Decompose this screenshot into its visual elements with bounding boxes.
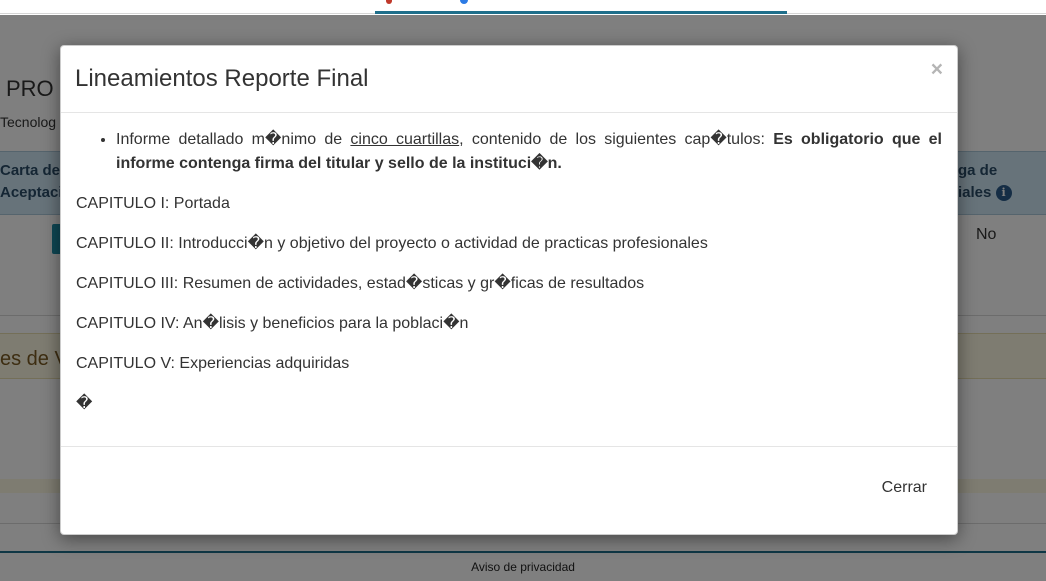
requirements-list: Informe detallado m�nimo de cinco cuarti… (116, 128, 942, 176)
chapter-item: CAPITULO II: Introducci�n y objetivo del… (76, 235, 708, 252)
browser-top-strip (0, 0, 1046, 14)
chapter-item: CAPITULO V: Experiencias adquiridas (76, 355, 350, 372)
chapter-item: CAPITULO IV: An�lisis y beneficios para … (76, 315, 469, 332)
requirement-lead: Informe detallado m�nimo de (116, 131, 343, 148)
close-button[interactable]: Cerrar (882, 479, 927, 497)
requirement-underlined: cinco cuartillas (350, 131, 460, 148)
guidelines-modal: Lineamientos Reporte Final × Informe det… (60, 45, 958, 535)
chapter-item: CAPITULO I: Portada (76, 195, 230, 212)
requirement-item: Informe detallado m�nimo de cinco cuarti… (116, 128, 942, 176)
trailing-character: � (76, 395, 93, 412)
modal-footer: Cerrar (61, 447, 957, 535)
modal-body: Informe detallado m�nimo de cinco cuarti… (61, 113, 957, 447)
modal-header: Lineamientos Reporte Final × (61, 46, 957, 113)
close-icon[interactable]: × (931, 58, 943, 82)
modal-title: Lineamientos Reporte Final (75, 65, 369, 92)
requirement-middle: , contenido de los siguientes cap�tulos: (459, 131, 765, 148)
chapter-item: CAPITULO III: Resumen de actividades, es… (76, 275, 645, 292)
top-tab-strip (375, 0, 787, 14)
